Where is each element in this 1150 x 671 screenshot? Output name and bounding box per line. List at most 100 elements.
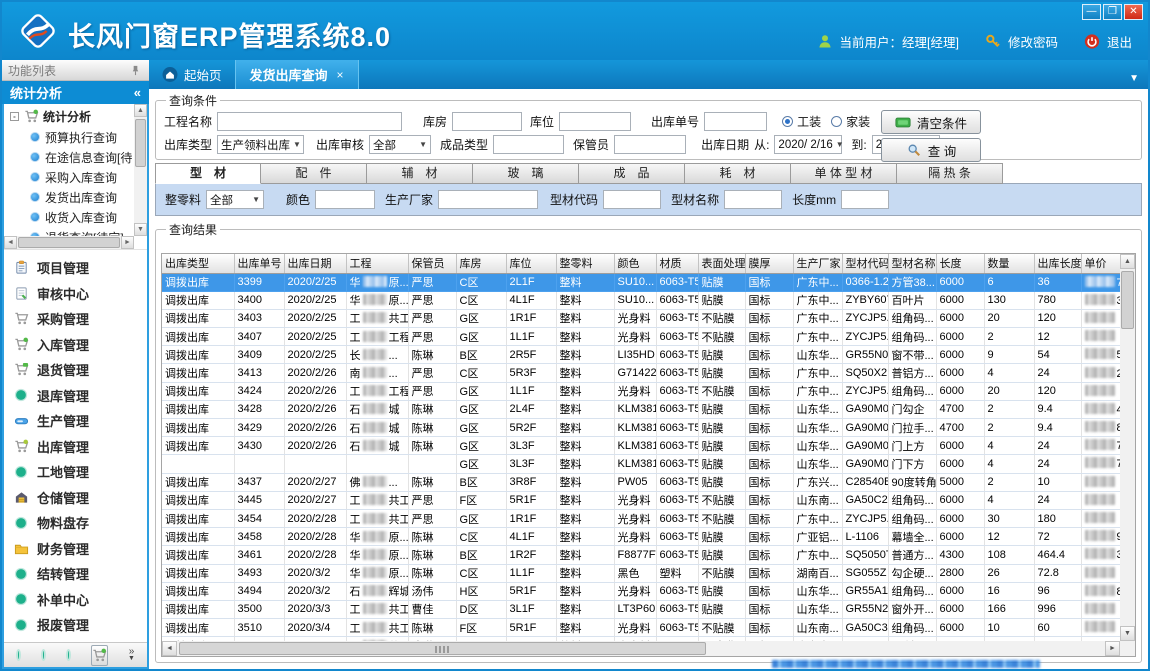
expander-icon[interactable]: - [10,112,19,121]
location-input[interactable] [559,112,631,131]
table-row[interactable]: 调拨出库34072020/2/25工工程严思G区1L1F整料光身料6063-T5… [162,328,1120,346]
table-row[interactable]: 调拨出库34282020/2/26石城陈琳G区2L4F整料KLM38176063… [162,400,1120,418]
table-row[interactable]: 调拨出库34302020/2/26石城陈琳G区3L3F整料KLM38176063… [162,437,1120,455]
column-header[interactable]: 表面处理 [698,254,745,273]
material-tab[interactable]: 玻 璃 [473,163,579,184]
search-button[interactable]: 查 询 [881,138,981,162]
sidebar-module-circle[interactable]: 工地管理 [13,459,147,485]
scroll-right-icon[interactable]: ► [121,236,134,249]
scroll-down-icon[interactable]: ▼ [1120,626,1135,641]
scroll-up-icon[interactable]: ▲ [1120,254,1135,269]
code-input[interactable] [603,190,661,209]
outbound-type-select[interactable]: 生产领料出库▼ [217,135,304,154]
column-header[interactable]: 型材名称 [888,254,936,273]
module-dot-icon[interactable] [16,649,21,661]
material-tab[interactable]: 配 件 [261,163,367,184]
sidebar-module-circle[interactable]: 报废管理 [13,612,147,638]
sidebar-module-circle[interactable]: 物料盘存 [13,510,147,536]
sidebar-module-notepad[interactable]: 审核中心 [13,281,147,307]
material-tab[interactable]: 型 材 [155,163,261,184]
tab-list-dropdown-icon[interactable]: ▼ [1129,73,1139,84]
column-header[interactable]: 单价 [1081,254,1120,273]
module-dot-icon[interactable] [66,649,71,661]
scroll-down-icon[interactable]: ▼ [134,223,147,236]
grid-vscrollbar[interactable]: ▲ ▼ [1120,254,1135,641]
hscroll-thumb[interactable] [179,642,706,655]
tree-item[interactable]: 在途信息查询[待 [4,147,134,167]
grid-hscrollbar[interactable]: ◄ ► [162,641,1120,656]
column-header[interactable]: 出库类型 [162,254,234,273]
sidebar-module-circle[interactable]: 退库管理 [13,383,147,409]
section-header-stats[interactable]: 统计分析 « [2,81,149,104]
keeper-input[interactable] [614,135,686,154]
warehouse-input[interactable] [452,112,522,131]
clear-conditions-button[interactable]: 清空条件 [881,110,981,134]
product-type-input[interactable] [493,135,564,154]
table-row[interactable]: 调拨出库34032020/2/25工共工程严思G区1R1F整料光身料6063-T… [162,309,1120,327]
table-row[interactable]: 调拨出库34092020/2/25长...陈琳B区2R5F整料LI35HD606… [162,346,1120,364]
scroll-left-icon[interactable]: ◄ [4,236,17,249]
table-row[interactable]: 调拨出库34582020/2/28华原...陈琳C区4L1F整料光身料6063-… [162,528,1120,546]
column-header[interactable]: 库房 [456,254,506,273]
window-minimize-button[interactable]: — [1082,4,1101,20]
sidebar-module-clipboard[interactable]: 项目管理 [13,255,147,281]
collapse-icon[interactable]: « [134,85,141,100]
tab-close-icon[interactable]: × [337,68,344,82]
table-row[interactable]: 调拨出库33992020/2/25华原...严思C区2L1F整料SU10...6… [162,273,1120,291]
column-header[interactable]: 整零料 [556,254,614,273]
window-maximize-button[interactable]: ❐ [1103,4,1122,20]
date-from-select[interactable]: 2020/ 2/16▼ [774,135,842,154]
tree-item[interactable]: 发货出库查询 [4,187,134,207]
tree-vscrollbar[interactable]: ▲ ▼ [134,104,147,236]
tree-root[interactable]: - 统计分析 [4,106,134,127]
sidebar-module-circle[interactable]: 结转管理 [13,561,147,587]
sidebar-module-warehouse[interactable]: 仓储管理 [13,485,147,511]
tab-shipping-query[interactable]: 发货出库查询 × [235,60,359,89]
module-dot-icon[interactable] [41,649,46,661]
order-no-input[interactable] [704,112,767,131]
tab-home[interactable]: 起始页 [149,60,235,89]
material-tab[interactable]: 成 品 [579,163,685,184]
column-header[interactable]: 长度 [936,254,984,273]
material-tab[interactable]: 耗 材 [685,163,791,184]
scroll-left-icon[interactable]: ◄ [162,641,177,656]
table-row[interactable]: 调拨出库34132020/2/26南...严思C区5R3F整料G71422606… [162,364,1120,382]
column-header[interactable]: 材质 [656,254,698,273]
whole-piece-select[interactable]: 全部▼ [206,190,264,209]
scroll-up-icon[interactable]: ▲ [134,104,147,117]
audit-select[interactable]: 全部▼ [369,135,431,154]
tree-item[interactable]: 收货入库查询 [4,207,134,227]
column-header[interactable]: 颜色 [614,254,656,273]
column-header[interactable]: 库位 [506,254,556,273]
color-input[interactable] [315,190,375,209]
sidebar-module-circle[interactable]: 补单中心 [13,587,147,613]
sidebar-module-cart[interactable]: 采购管理 [13,306,147,332]
table-row[interactable]: 调拨出库35002020/3/3工共工程曹佳D区3L1F整料LT3P606063… [162,600,1120,618]
table-row[interactable]: 调拨出库34292020/2/26石城陈琳G区5R2F整料KLM38176063… [162,419,1120,437]
material-tab[interactable]: 单 体 型 材 [791,163,897,184]
vscroll-thumb[interactable] [1121,271,1134,329]
table-row[interactable]: 调拨出库34242020/2/26工工程严思G区1L1F整料光身料6063-T5… [162,382,1120,400]
column-header[interactable]: 出库单号 [234,254,284,273]
table-row[interactable]: 调拨出库34002020/2/25华原...严思C区4L1F整料SU10...6… [162,291,1120,309]
column-header[interactable]: 生产厂家 [793,254,842,273]
scroll-right-icon[interactable]: ► [1105,641,1120,656]
table-row[interactable]: 调拨出库35102020/3/4工共工程陈琳F区5R1F整料光身料6063-T5… [162,619,1120,637]
window-close-button[interactable]: ✕ [1124,4,1143,20]
sidebar-module-folder[interactable]: 财务管理 [13,536,147,562]
footer-cart-button[interactable] [91,645,108,666]
table-row[interactable]: 调拨出库34452020/2/27工共工程严思F区5R1F整料光身料6063-T… [162,491,1120,509]
change-password-button[interactable]: 修改密码 [1008,32,1058,51]
column-header[interactable]: 出库长度 [1034,254,1081,273]
column-header[interactable]: 出库日期 [284,254,346,273]
maker-input[interactable] [438,190,538,209]
tree-item[interactable]: 退货查询[待定] [4,227,134,236]
sidebar-module-machine[interactable]: 生产管理 [13,408,147,434]
table-row[interactable]: 调拨出库34932020/3/2华原...陈琳C区1L1F整料黑色塑料不贴膜国标… [162,564,1120,582]
sidebar-module-cart-in[interactable]: 入库管理 [13,332,147,358]
footer-expand-chevron[interactable]: »▼ [128,648,135,662]
column-header[interactable]: 保管员 [408,254,456,273]
column-header[interactable]: 数量 [984,254,1034,273]
table-row[interactable]: 调拨出库34942020/3/2石辉城汤伟H区5R1F整料光身料6063-T5贴… [162,582,1120,600]
tree-hscrollbar[interactable]: ◄ ► [4,236,134,249]
